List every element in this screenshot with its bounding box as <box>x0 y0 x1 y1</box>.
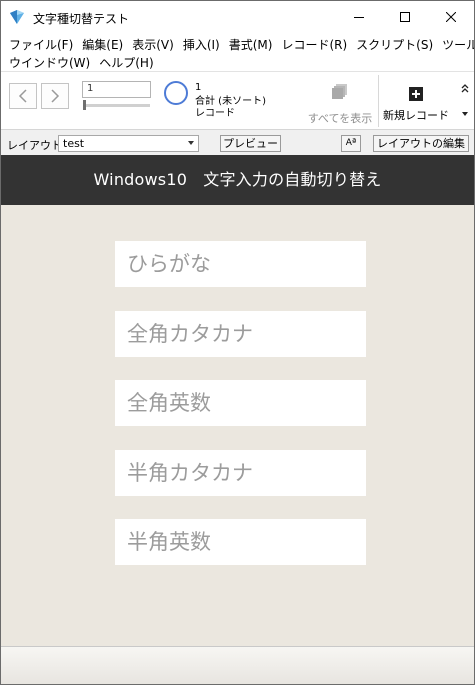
chevron-right-icon <box>51 89 60 103</box>
fullwidth-katakana-field[interactable]: 全角カタカナ <box>115 311 366 357</box>
record-pie-chart-icon <box>164 81 188 105</box>
menu-file[interactable]: ファイル(F) <box>5 35 78 53</box>
preview-button[interactable]: プレビュー <box>220 135 281 152</box>
total-unsorted-label: 合計 (未ソート) <box>195 96 266 107</box>
layout-label: レイアウト: <box>7 139 66 152</box>
maximize-button[interactable] <box>382 1 428 33</box>
fullwidth-alphanumeric-field[interactable]: 全角英数 <box>115 380 366 426</box>
record-slider-track[interactable] <box>84 104 150 107</box>
minimize-button[interactable] <box>336 1 382 33</box>
close-button[interactable] <box>428 1 474 33</box>
maximize-icon <box>400 12 410 22</box>
edit-layout-button[interactable]: レイアウトの編集 <box>373 135 469 152</box>
dropdown-arrow-icon <box>188 141 194 145</box>
menu-tools[interactable]: ツール(T) <box>438 35 474 53</box>
toolbar-collapse-button[interactable] <box>459 82 471 122</box>
menu-help[interactable]: ヘルプ(H) <box>95 53 158 71</box>
menu-view[interactable]: 表示(V) <box>128 35 179 53</box>
menu-records[interactable]: レコード(R) <box>277 35 352 53</box>
minimize-icon <box>354 17 364 18</box>
layout-select[interactable]: test <box>58 135 199 152</box>
status-bar <box>1 646 474 684</box>
menu-row-2: ウインドウ(W) ヘルプ(H) <box>5 53 472 71</box>
next-record-button[interactable] <box>41 83 69 109</box>
app-window: 文字種切替テスト ファイル(F) 編集(E) 表示(V) 挿入(I) 書式(M)… <box>0 0 475 685</box>
chevron-left-icon <box>18 89 27 103</box>
previous-record-button[interactable] <box>9 83 37 109</box>
filemaker-app-icon <box>10 10 24 24</box>
new-record-label: 新規レコード <box>383 109 449 122</box>
menu-row-1: ファイル(F) 編集(E) 表示(V) 挿入(I) 書式(M) レコード(R) … <box>5 35 474 53</box>
layout-content: Windows10 文字入力の自動切り替え ひらがな 全角カタカナ 全角英数 半… <box>1 155 474 646</box>
plus-icon <box>409 87 423 101</box>
halfwidth-alphanumeric-field[interactable]: 半角英数 <box>115 519 366 565</box>
window-title: 文字種切替テスト <box>33 12 130 26</box>
text-format-button[interactable]: Aª <box>341 135 361 152</box>
show-all-button[interactable]: すべてを表示 <box>303 78 377 128</box>
hiragana-field[interactable]: ひらがな <box>115 241 366 287</box>
current-record-input[interactable]: 1 <box>82 81 151 98</box>
records-label: レコード <box>195 108 235 119</box>
chevron-up-down-icon <box>461 84 469 116</box>
menu-insert[interactable]: 挿入(I) <box>179 35 225 53</box>
record-count: 1 <box>195 82 202 93</box>
menu-format[interactable]: 書式(M) <box>225 35 278 53</box>
menu-scripts[interactable]: スクリプト(S) <box>352 35 438 53</box>
menu-edit[interactable]: 編集(E) <box>78 35 128 53</box>
title-bar: 文字種切替テスト <box>1 1 474 33</box>
menu-bar: ファイル(F) 編集(E) 表示(V) 挿入(I) 書式(M) レコード(R) … <box>1 33 474 71</box>
new-record-button[interactable]: 新規レコード <box>381 82 451 126</box>
toolbar-separator <box>378 75 379 127</box>
layout-bar: レイアウト: test プレビュー Aª レイアウトの編集 <box>1 129 474 155</box>
show-all-label: すべてを表示 <box>307 112 373 125</box>
record-slider-thumb[interactable] <box>83 100 86 110</box>
layout-select-value: test <box>63 137 85 150</box>
show-all-icon <box>332 83 348 99</box>
close-icon <box>446 12 456 22</box>
menu-window[interactable]: ウインドウ(W) <box>5 53 95 71</box>
status-toolbar: 1 1 合計 (未ソート) レコード すべてを表示 新規レコード <box>1 71 474 129</box>
layout-header: Windows10 文字入力の自動切り替え <box>1 155 474 205</box>
halfwidth-katakana-field[interactable]: 半角カタカナ <box>115 450 366 496</box>
